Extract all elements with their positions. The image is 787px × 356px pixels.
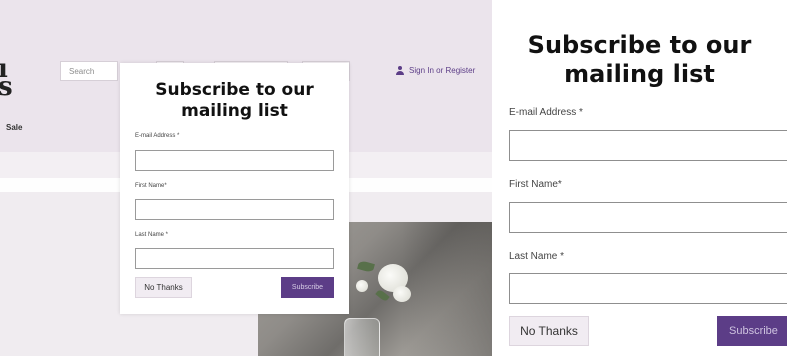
- subscribe-button[interactable]: Subscribe: [281, 277, 334, 298]
- sign-in-label: Sign In or Register: [409, 66, 476, 75]
- person-icon: [396, 66, 404, 75]
- last-name-label: Last Name *: [135, 232, 169, 238]
- brand-logo-fragment: ı s: [0, 54, 13, 102]
- vase-graphic: [344, 318, 380, 356]
- no-thanks-button[interactable]: No Thanks: [135, 277, 192, 298]
- zoom-subscribe-button[interactable]: Subscribe: [717, 316, 787, 346]
- zoom-last-name-field[interactable]: [509, 273, 787, 304]
- zoom-first-name-label: First Name*: [509, 179, 562, 190]
- first-name-label: First Name*: [135, 183, 167, 189]
- email-label: E-mail Address *: [135, 133, 180, 139]
- zoom-email-label: E-mail Address *: [509, 107, 583, 118]
- zoom-title: Subscribe to our mailing list: [527, 31, 752, 88]
- email-field[interactable]: [135, 150, 334, 171]
- sign-in-link[interactable]: Sign In or Register: [396, 66, 475, 75]
- zoomed-subscribe-form: Subscribe to our mailing list E-mail Add…: [492, 0, 787, 356]
- page-screenshot: ı s Sale Search Sign In or Register Subs…: [0, 0, 492, 356]
- search-input[interactable]: Search: [60, 61, 118, 81]
- nav-item-sale[interactable]: Sale: [6, 123, 22, 132]
- zoom-email-field[interactable]: [509, 130, 787, 161]
- zoom-last-name-label: Last Name *: [509, 251, 565, 262]
- first-name-field[interactable]: [135, 199, 334, 220]
- last-name-field[interactable]: [135, 248, 334, 269]
- subscribe-modal: Subscribe to our mailing list E-mail Add…: [120, 63, 349, 314]
- zoom-first-name-field[interactable]: [509, 202, 787, 233]
- modal-title: Subscribe to our mailing list: [155, 80, 314, 121]
- zoom-no-thanks-button[interactable]: No Thanks: [509, 316, 589, 346]
